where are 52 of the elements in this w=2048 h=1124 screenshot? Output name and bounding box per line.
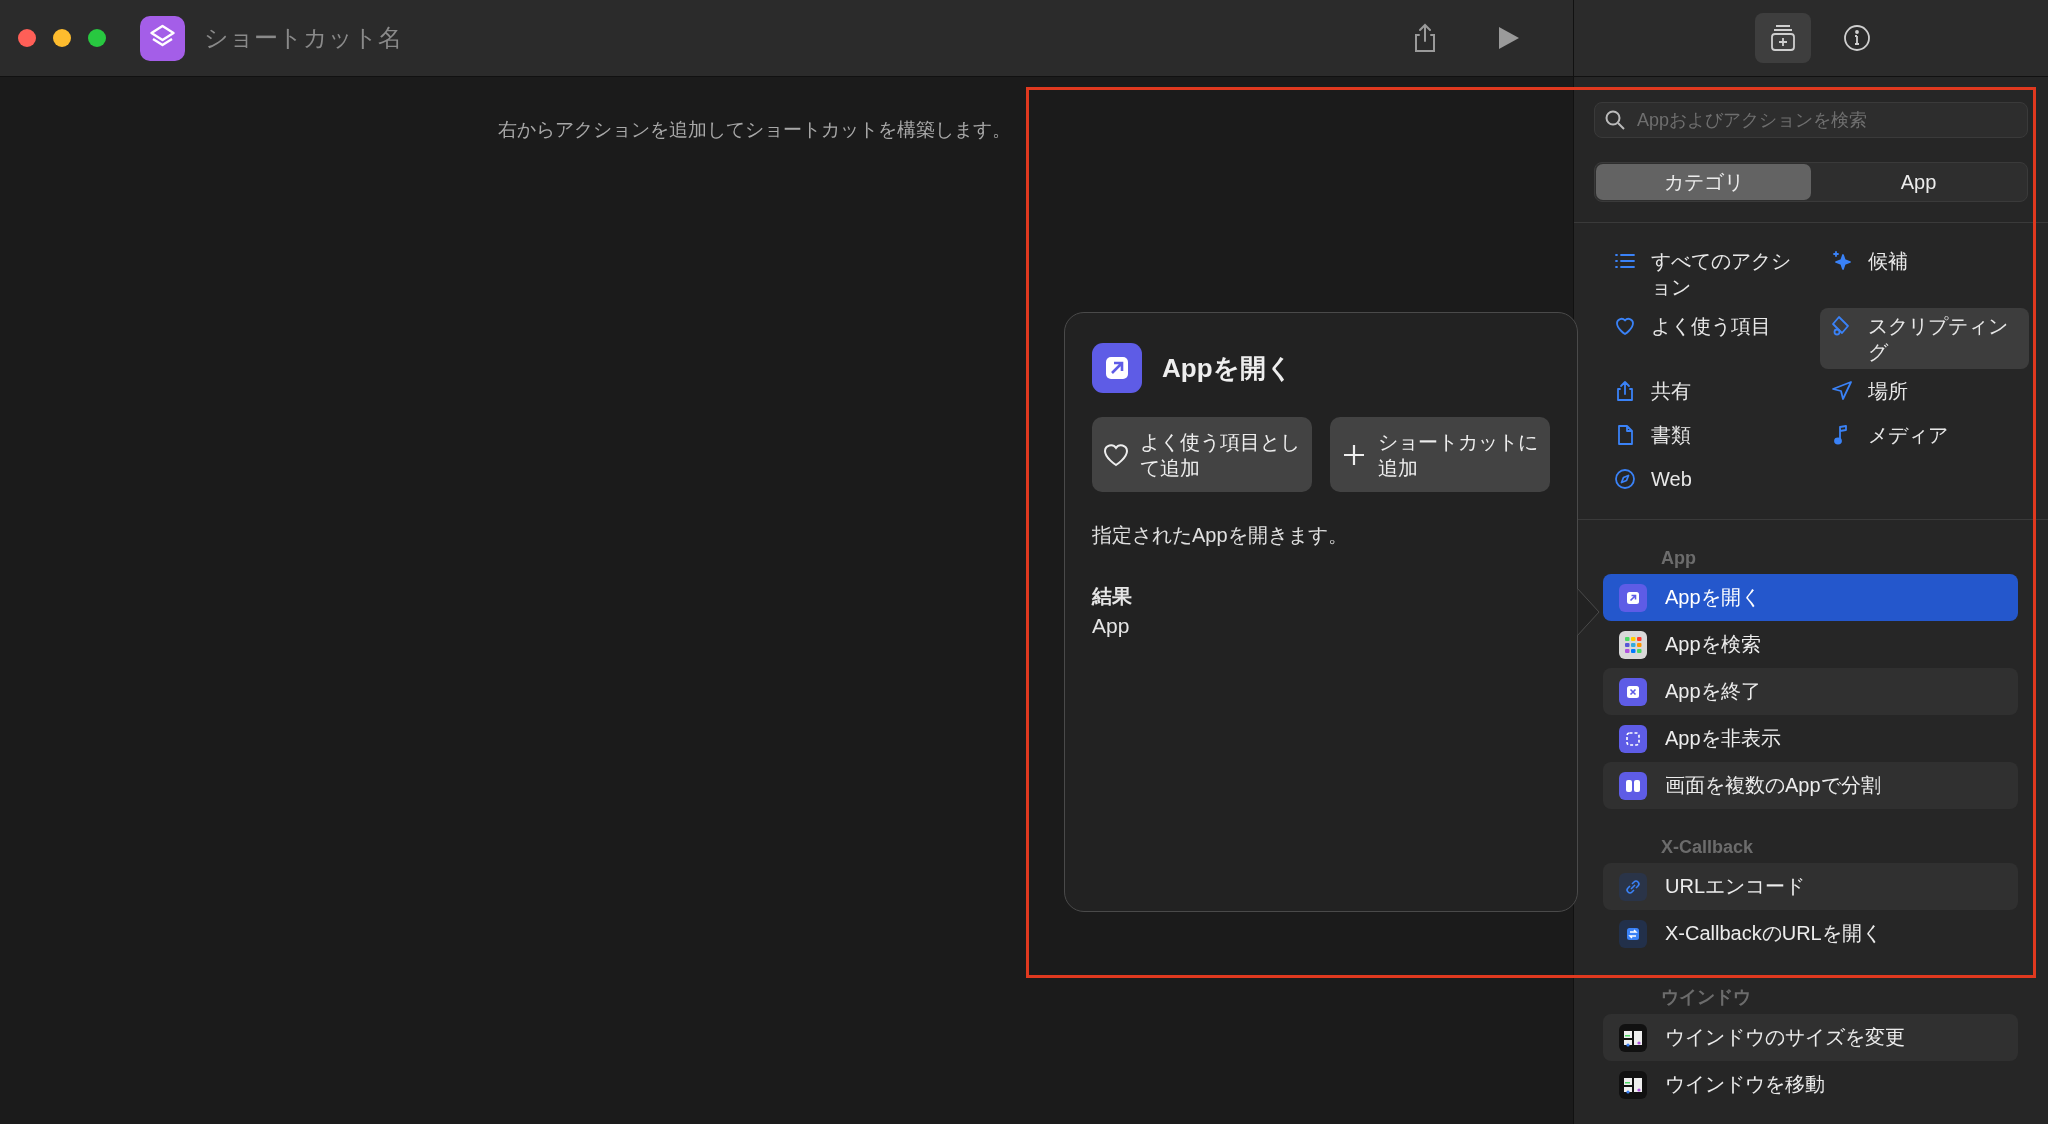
info-icon — [1841, 22, 1873, 54]
category-item[interactable]: 候補 — [1820, 243, 2029, 304]
favorite-button[interactable]: よく使う項目として追加 — [1092, 417, 1312, 492]
layers-app-icon[interactable] — [140, 15, 185, 61]
category-item[interactable]: よく使う項目 — [1603, 308, 1820, 369]
action-item[interactable]: URLエンコード — [1603, 863, 2018, 910]
action-item[interactable]: Appを非表示 — [1603, 715, 2018, 762]
action-item[interactable]: 画面を複数のAppで分割 — [1603, 762, 2018, 809]
segment-tab[interactable]: App — [1811, 164, 2026, 200]
split-view-icon — [1619, 771, 1647, 800]
arrow-app-icon — [1092, 343, 1142, 393]
swap-arrows-icon — [1619, 919, 1647, 948]
search-field[interactable]: Appおよびアクションを検索 — [1594, 102, 2028, 138]
action-item[interactable]: ウインドウのサイズを変更 — [1603, 1014, 2018, 1061]
search-icon — [1604, 109, 1626, 131]
action-item[interactable]: ウインドウを移動 — [1603, 1061, 2018, 1108]
link-icon — [1619, 872, 1647, 901]
category-item[interactable]: すべてのアクション — [1603, 243, 1820, 304]
window-tiles-icon — [1619, 1070, 1647, 1099]
action-item[interactable]: X-CallbackのURLを開く — [1603, 910, 2018, 957]
close-app-icon — [1619, 677, 1647, 706]
minimize-button[interactable] — [53, 29, 71, 47]
location-arrow-icon — [1830, 379, 1854, 403]
popover-description: 指定されたAppを開きます。 — [1092, 523, 1349, 548]
action-item[interactable]: Appを開く — [1603, 574, 2018, 621]
app-grid-icon — [1619, 630, 1647, 659]
sparkle-icon — [1830, 249, 1854, 273]
action-library-button[interactable] — [1755, 13, 1811, 63]
section-heading: X-Callback — [1660, 836, 1755, 859]
editor-hint: 右からアクションを追加してショートカットを構築します。 — [498, 118, 1011, 141]
compass-icon — [1613, 467, 1637, 491]
result-label: 結果 — [1092, 584, 1133, 609]
section-heading: App — [1660, 547, 1697, 570]
category-item[interactable]: Web — [1603, 461, 1820, 501]
popover-title: Appを開く — [1162, 351, 1293, 385]
section-heading: ウインドウ — [1660, 986, 1752, 1009]
category-item[interactable]: 共有 — [1603, 373, 1820, 413]
window-tiles-icon — [1619, 1023, 1647, 1052]
category-item[interactable]: メディア — [1820, 417, 2029, 457]
close-button[interactable] — [18, 29, 36, 47]
arrow-app-icon — [1619, 583, 1647, 612]
segment-tab[interactable]: カテゴリ — [1596, 164, 1811, 200]
category-item[interactable]: 場所 — [1820, 373, 2029, 413]
dashed-square-icon — [1619, 724, 1647, 753]
zoom-button[interactable] — [88, 29, 106, 47]
action-item[interactable]: Appを検索 — [1603, 621, 2018, 668]
window-title: ショートカット名 — [204, 23, 403, 53]
category-item[interactable]: スクリプティング — [1820, 308, 2029, 369]
category-item[interactable]: 書類 — [1603, 417, 1820, 457]
result-value: App — [1092, 614, 1131, 638]
add-button[interactable]: ショートカットに追加 — [1330, 417, 1550, 492]
action-item[interactable]: Appを終了 — [1603, 668, 2018, 715]
